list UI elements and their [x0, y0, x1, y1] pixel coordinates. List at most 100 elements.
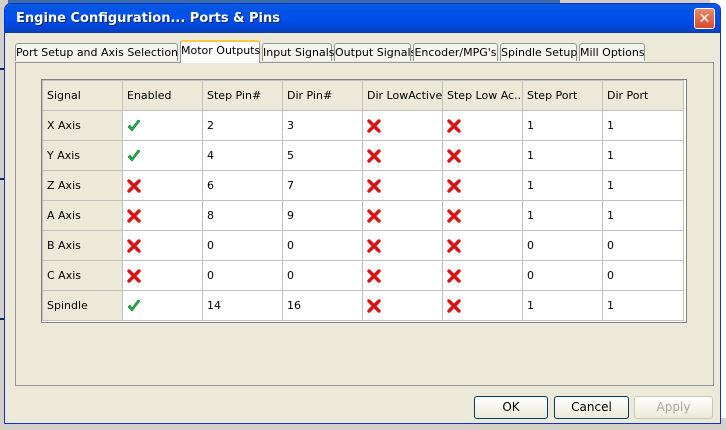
step-low-active-cell[interactable]: [442, 260, 523, 291]
enabled-cell[interactable]: [122, 200, 203, 231]
red-x-icon[interactable]: [447, 208, 461, 223]
signal-cell[interactable]: Z Axis: [42, 170, 123, 201]
step-port-cell[interactable]: 1: [522, 200, 603, 231]
apply-button[interactable]: Apply: [634, 396, 713, 419]
dir-pin-cell[interactable]: 5: [282, 140, 363, 171]
tab-input-signals[interactable]: Input Signals: [262, 43, 335, 61]
step-pin-cell[interactable]: 4: [202, 140, 283, 171]
dir-port-cell[interactable]: 1: [602, 170, 684, 201]
dir-port-cell[interactable]: 1: [602, 110, 684, 141]
dir-pin-cell[interactable]: 7: [282, 170, 363, 201]
red-x-icon[interactable]: [447, 238, 461, 253]
enabled-cell[interactable]: [122, 260, 203, 291]
dir-low-active-cell[interactable]: [362, 230, 443, 261]
tab-encoder-mpgs[interactable]: Encoder/MPG's: [413, 43, 498, 61]
step-pin-cell[interactable]: 14: [202, 290, 283, 321]
dir-low-active-cell[interactable]: [362, 140, 443, 171]
red-x-icon[interactable]: [367, 268, 381, 283]
table-row[interactable]: Z Axis 6 7 1 1: [42, 170, 684, 201]
table-row[interactable]: Y Axis 4 5 1 1: [42, 140, 684, 171]
red-x-icon[interactable]: [367, 178, 381, 193]
tab-port-setup[interactable]: Port Setup and Axis Selection: [15, 43, 178, 61]
dir-pin-cell[interactable]: 9: [282, 200, 363, 231]
red-x-icon[interactable]: [447, 118, 461, 133]
step-low-active-cell[interactable]: [442, 110, 523, 141]
red-x-icon[interactable]: [447, 178, 461, 193]
signal-cell[interactable]: X Axis: [42, 110, 123, 141]
column-header-step-port[interactable]: Step Port: [522, 80, 603, 111]
step-low-active-cell[interactable]: [442, 140, 523, 171]
green-check-icon[interactable]: [127, 299, 141, 312]
step-pin-cell[interactable]: 0: [202, 230, 283, 261]
signal-cell[interactable]: Spindle: [42, 290, 123, 321]
signal-cell[interactable]: A Axis: [42, 200, 123, 231]
step-pin-cell[interactable]: 2: [202, 110, 283, 141]
enabled-cell[interactable]: [122, 110, 203, 141]
tab-spindle-setup[interactable]: Spindle Setup: [500, 43, 577, 61]
red-x-icon[interactable]: [447, 268, 461, 283]
red-x-icon[interactable]: [127, 238, 141, 253]
step-pin-cell[interactable]: 0: [202, 260, 283, 291]
red-x-icon[interactable]: [367, 118, 381, 133]
signal-cell[interactable]: Y Axis: [42, 140, 123, 171]
green-check-icon[interactable]: [127, 119, 141, 132]
column-header-dir-pin[interactable]: Dir Pin#: [282, 80, 363, 111]
tab-mill-options[interactable]: Mill Options: [579, 43, 645, 61]
dir-port-cell[interactable]: 1: [602, 200, 684, 231]
dir-port-cell[interactable]: 1: [602, 290, 684, 321]
column-header-enabled[interactable]: Enabled: [122, 80, 203, 111]
table-row[interactable]: A Axis 8 9 1 1: [42, 200, 684, 231]
enabled-cell[interactable]: [122, 230, 203, 261]
step-port-cell[interactable]: 0: [522, 260, 603, 291]
table-row[interactable]: C Axis 0 0 0 0: [42, 260, 684, 291]
column-header-dir-low-active[interactable]: Dir LowActive: [362, 80, 443, 111]
step-pin-cell[interactable]: 8: [202, 200, 283, 231]
red-x-icon[interactable]: [127, 268, 141, 283]
ok-button[interactable]: OK: [474, 396, 548, 419]
red-x-icon[interactable]: [447, 148, 461, 163]
signal-cell[interactable]: B Axis: [42, 230, 123, 261]
title-bar[interactable]: Engine Configuration... Ports & Pins ✕: [5, 4, 720, 33]
signal-cell[interactable]: C Axis: [42, 260, 123, 291]
step-port-cell[interactable]: 1: [522, 140, 603, 171]
step-port-cell[interactable]: 0: [522, 230, 603, 261]
red-x-icon[interactable]: [367, 238, 381, 253]
red-x-icon[interactable]: [447, 298, 461, 313]
dir-pin-cell[interactable]: 0: [282, 230, 363, 261]
dir-low-active-cell[interactable]: [362, 170, 443, 201]
step-pin-cell[interactable]: 6: [202, 170, 283, 201]
enabled-cell[interactable]: [122, 140, 203, 171]
red-x-icon[interactable]: [367, 208, 381, 223]
dir-pin-cell[interactable]: 0: [282, 260, 363, 291]
red-x-icon[interactable]: [127, 208, 141, 223]
step-port-cell[interactable]: 1: [522, 110, 603, 141]
dir-port-cell[interactable]: 0: [602, 260, 684, 291]
tab-motor-outputs[interactable]: Motor Outputs: [180, 40, 260, 63]
red-x-icon[interactable]: [127, 178, 141, 193]
table-row[interactable]: B Axis 0 0 0 0: [42, 230, 684, 261]
dir-low-active-cell[interactable]: [362, 110, 443, 141]
step-low-active-cell[interactable]: [442, 290, 523, 321]
step-port-cell[interactable]: 1: [522, 170, 603, 201]
step-low-active-cell[interactable]: [442, 230, 523, 261]
enabled-cell[interactable]: [122, 170, 203, 201]
step-low-active-cell[interactable]: [442, 200, 523, 231]
column-header-step-pin[interactable]: Step Pin#: [202, 80, 283, 111]
dir-low-active-cell[interactable]: [362, 290, 443, 321]
dir-pin-cell[interactable]: 3: [282, 110, 363, 141]
close-button[interactable]: ✕: [694, 8, 715, 29]
tab-output-signals[interactable]: Output Signals: [334, 43, 416, 61]
table-row[interactable]: X Axis 2 3 1 1: [42, 110, 684, 141]
dir-port-cell[interactable]: 0: [602, 230, 684, 261]
column-header-step-low-active[interactable]: Step Low Ac...: [442, 80, 523, 111]
green-check-icon[interactable]: [127, 149, 141, 162]
red-x-icon[interactable]: [367, 298, 381, 313]
cancel-button[interactable]: Cancel: [554, 396, 629, 419]
red-x-icon[interactable]: [367, 148, 381, 163]
dir-pin-cell[interactable]: 16: [282, 290, 363, 321]
enabled-cell[interactable]: [122, 290, 203, 321]
step-port-cell[interactable]: 1: [522, 290, 603, 321]
dir-low-active-cell[interactable]: [362, 200, 443, 231]
step-low-active-cell[interactable]: [442, 170, 523, 201]
table-row[interactable]: Spindle 14 16 1 1: [42, 290, 684, 321]
